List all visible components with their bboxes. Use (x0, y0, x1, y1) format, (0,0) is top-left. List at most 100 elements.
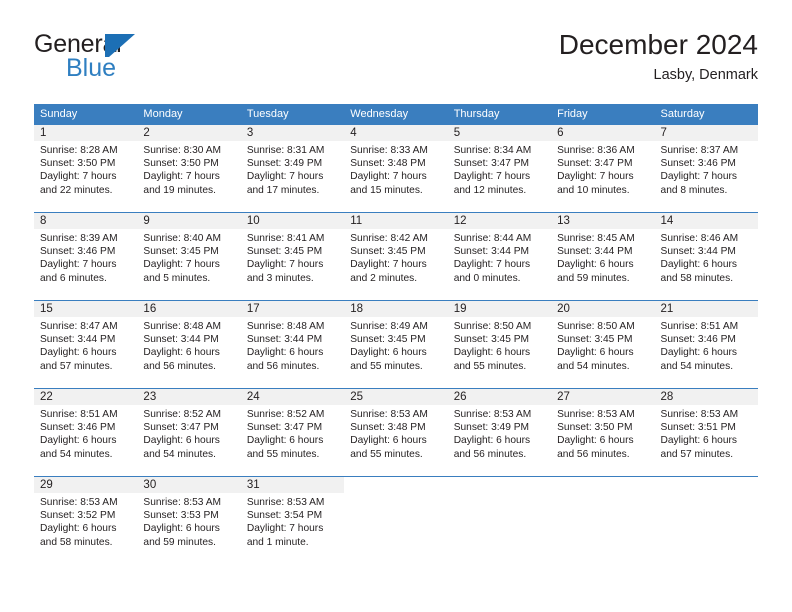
sunrise-time: Sunrise: 8:52 AM (246, 409, 325, 420)
day-number: 13 (551, 213, 655, 229)
sunset-time: Sunset: 3:46 PM (40, 246, 116, 258)
sunrise-time: Sunrise: 8:40 AM (143, 233, 222, 244)
calendar-day-cell[interactable]: 7 Sunrise: 8:37 AM Sunset: 3:46 PM Daylight… (654, 125, 758, 198)
daylight-duration-line1: Daylight: 6 hours (453, 347, 531, 359)
calendar-day-cell[interactable]: 10 Sunrise: 8:41 AM Sunset: 3:45 PM Dayligh… (240, 213, 345, 286)
daylight-duration-line1: Daylight: 6 hours (350, 347, 427, 359)
week-spacer (34, 374, 758, 388)
calendar-day-cell[interactable]: 5 Sunrise: 8:34 AM Sunset: 3:47 PM Daylight… (447, 125, 552, 198)
sunrise-time: Sunrise: 8:46 AM (660, 233, 739, 244)
sunrise-time: Sunrise: 8:33 AM (350, 145, 428, 156)
day-number: 12 (447, 213, 552, 229)
week-spacer (34, 462, 758, 476)
calendar-day-cell[interactable]: 22 Sunrise: 8:51 AM Sunset: 3:46 PM Dayligh… (34, 389, 138, 462)
calendar-day-cell[interactable]: 31 Sunrise: 8:53 AM Sunset: 3:54 PM Dayligh… (240, 477, 345, 550)
sunrise-time: Sunrise: 8:53 AM (557, 409, 635, 420)
calendar-day-cell[interactable]: 25 Sunrise: 8:53 AM Sunset: 3:48 PM Dayligh… (344, 389, 448, 462)
daylight-duration-line2: and 10 minutes. (557, 184, 630, 196)
daylight-duration-line1: Daylight: 6 hours (660, 259, 737, 271)
sunrise-time: Sunrise: 8:30 AM (143, 145, 222, 156)
day-sun-info (655, 493, 758, 550)
day-sun-info: Sunrise: 8:48 AM Sunset: 3:44 PM Daylight:… (137, 317, 240, 374)
sunset-time: Sunset: 3:47 PM (557, 158, 633, 170)
daylight-duration-line2: and 3 minutes. (246, 272, 314, 284)
day-sun-info: Sunrise: 8:53 AM Sunset: 3:54 PM Daylight:… (241, 493, 344, 550)
sunset-time: Sunset: 3:44 PM (453, 246, 530, 258)
calendar-day-cell[interactable]: 1 Sunrise: 8:28 AM Sunset: 3:50 PM Daylight… (34, 125, 138, 198)
daylight-duration-line2: and 55 minutes. (453, 360, 527, 372)
daylight-duration-line1: Daylight: 7 hours (453, 171, 531, 183)
sunset-time: Sunset: 3:49 PM (453, 422, 530, 434)
sunset-time: Sunset: 3:47 PM (143, 422, 219, 434)
day-sun-info: Sunrise: 8:30 AM Sunset: 3:50 PM Daylight:… (137, 141, 240, 198)
calendar-day-cell[interactable]: 24 Sunrise: 8:52 AM Sunset: 3:47 PM Dayligh… (240, 389, 345, 462)
sunrise-time: Sunrise: 8:53 AM (40, 497, 118, 508)
weekday-header-tuesday: Tuesday (246, 108, 289, 120)
calendar-week-row: 8 Sunrise: 8:39 AM Sunset: 3:46 PM Daylight… (34, 212, 758, 286)
sunrise-time: Sunrise: 8:53 AM (143, 497, 222, 508)
general-blue-logo[interactable]: General Blue (34, 30, 274, 88)
calendar-day-cell[interactable]: 19 Sunrise: 8:50 AM Sunset: 3:45 PM Dayligh… (447, 301, 552, 374)
calendar-day-cell[interactable]: 21 Sunrise: 8:51 AM Sunset: 3:46 PM Dayligh… (654, 301, 758, 374)
calendar-day-cell[interactable]: 20 Sunrise: 8:50 AM Sunset: 3:45 PM Dayligh… (551, 301, 655, 374)
daylight-duration-line2: and 6 minutes. (40, 272, 107, 284)
calendar-day-cell-empty (344, 477, 448, 550)
calendar-day-cell[interactable]: 4 Sunrise: 8:33 AM Sunset: 3:48 PM Daylight… (344, 125, 448, 198)
daylight-duration-line2: and 56 minutes. (453, 448, 527, 460)
daylight-duration-line2: and 58 minutes. (660, 272, 734, 284)
calendar-day-cell[interactable]: 3 Sunrise: 8:31 AM Sunset: 3:49 PM Daylight… (240, 125, 345, 198)
calendar-day-cell[interactable]: 14 Sunrise: 8:46 AM Sunset: 3:44 PM Dayligh… (654, 213, 758, 286)
calendar-day-cell[interactable]: 27 Sunrise: 8:53 AM Sunset: 3:50 PM Dayligh… (551, 389, 655, 462)
sunset-time: Sunset: 3:44 PM (557, 246, 633, 258)
sunset-time: Sunset: 3:45 PM (246, 246, 323, 258)
calendar-day-cell[interactable]: 9 Sunrise: 8:40 AM Sunset: 3:45 PM Daylight… (137, 213, 241, 286)
calendar-day-cell[interactable]: 6 Sunrise: 8:36 AM Sunset: 3:47 PM Daylight… (551, 125, 655, 198)
title-block: December 2024 Lasby, Denmark (559, 28, 758, 84)
day-sun-info: Sunrise: 8:53 AM Sunset: 3:49 PM Daylight:… (448, 405, 551, 462)
calendar-day-cell[interactable]: 16 Sunrise: 8:48 AM Sunset: 3:44 PM Dayligh… (137, 301, 241, 374)
daylight-duration-line2: and 0 minutes. (453, 272, 521, 284)
calendar-day-cell[interactable]: 15 Sunrise: 8:47 AM Sunset: 3:44 PM Dayligh… (34, 301, 138, 374)
calendar-day-cell[interactable]: 28 Sunrise: 8:53 AM Sunset: 3:51 PM Dayligh… (654, 389, 758, 462)
day-sun-info: Sunrise: 8:51 AM Sunset: 3:46 PM Daylight:… (34, 405, 137, 462)
sunset-time: Sunset: 3:46 PM (660, 334, 736, 346)
day-sun-info: Sunrise: 8:51 AM Sunset: 3:46 PM Daylight:… (655, 317, 758, 374)
calendar-day-cell[interactable]: 12 Sunrise: 8:44 AM Sunset: 3:44 PM Dayligh… (447, 213, 552, 286)
sunset-time: Sunset: 3:45 PM (557, 334, 633, 346)
day-number: 17 (240, 301, 345, 317)
daylight-duration-line1: Daylight: 6 hours (453, 435, 531, 447)
weekday-header-friday: Friday (557, 108, 588, 120)
calendar-day-cell[interactable]: 8 Sunrise: 8:39 AM Sunset: 3:46 PM Daylight… (34, 213, 138, 286)
day-sun-info: Sunrise: 8:39 AM Sunset: 3:46 PM Daylight:… (34, 229, 137, 286)
day-sun-info: Sunrise: 8:31 AM Sunset: 3:49 PM Daylight:… (241, 141, 344, 198)
sunset-time: Sunset: 3:45 PM (350, 246, 426, 258)
sunset-time: Sunset: 3:50 PM (143, 158, 219, 170)
calendar-week-row: 15 Sunrise: 8:47 AM Sunset: 3:44 PM Dayligh… (34, 300, 758, 374)
calendar-day-cell[interactable]: 23 Sunrise: 8:52 AM Sunset: 3:47 PM Dayligh… (137, 389, 241, 462)
day-number: 3 (240, 125, 345, 141)
sunset-time: Sunset: 3:54 PM (246, 510, 323, 522)
sunset-time: Sunset: 3:47 PM (246, 422, 323, 434)
page-title: December 2024 (558, 29, 758, 60)
weekday-header-saturday: Saturday (660, 108, 705, 120)
calendar-day-cell[interactable]: 26 Sunrise: 8:53 AM Sunset: 3:49 PM Dayligh… (447, 389, 552, 462)
day-number: 10 (240, 213, 345, 229)
page-header: General Blue December 2024 Lasby, Denmar… (34, 28, 758, 90)
calendar-day-cell[interactable]: 13 Sunrise: 8:45 AM Sunset: 3:44 PM Dayligh… (551, 213, 655, 286)
calendar-day-cell[interactable]: 11 Sunrise: 8:42 AM Sunset: 3:45 PM Dayligh… (344, 213, 448, 286)
day-sun-info: Sunrise: 8:45 AM Sunset: 3:44 PM Daylight:… (551, 229, 654, 286)
calendar-day-cell[interactable]: 30 Sunrise: 8:53 AM Sunset: 3:53 PM Dayligh… (137, 477, 241, 550)
calendar-day-cell[interactable]: 2 Sunrise: 8:30 AM Sunset: 3:50 PM Daylight… (137, 125, 241, 198)
daylight-duration-line2: and 54 minutes. (660, 360, 734, 372)
day-sun-info: Sunrise: 8:34 AM Sunset: 3:47 PM Daylight:… (448, 141, 551, 198)
calendar-day-cell[interactable]: 18 Sunrise: 8:49 AM Sunset: 3:45 PM Dayligh… (344, 301, 448, 374)
sunrise-time: Sunrise: 8:45 AM (557, 233, 635, 244)
daylight-duration-line1: Daylight: 7 hours (246, 171, 324, 183)
calendar-day-cell[interactable]: 17 Sunrise: 8:48 AM Sunset: 3:44 PM Dayligh… (240, 301, 345, 374)
day-number: 6 (551, 125, 655, 141)
day-number: 8 (34, 213, 138, 229)
sunset-time: Sunset: 3:50 PM (557, 422, 633, 434)
calendar-page: General Blue December 2024 Lasby, Denmar… (0, 0, 792, 612)
day-sun-info: Sunrise: 8:53 AM Sunset: 3:53 PM Daylight:… (137, 493, 240, 550)
calendar-day-cell[interactable]: 29 Sunrise: 8:53 AM Sunset: 3:52 PM Dayligh… (34, 477, 138, 550)
